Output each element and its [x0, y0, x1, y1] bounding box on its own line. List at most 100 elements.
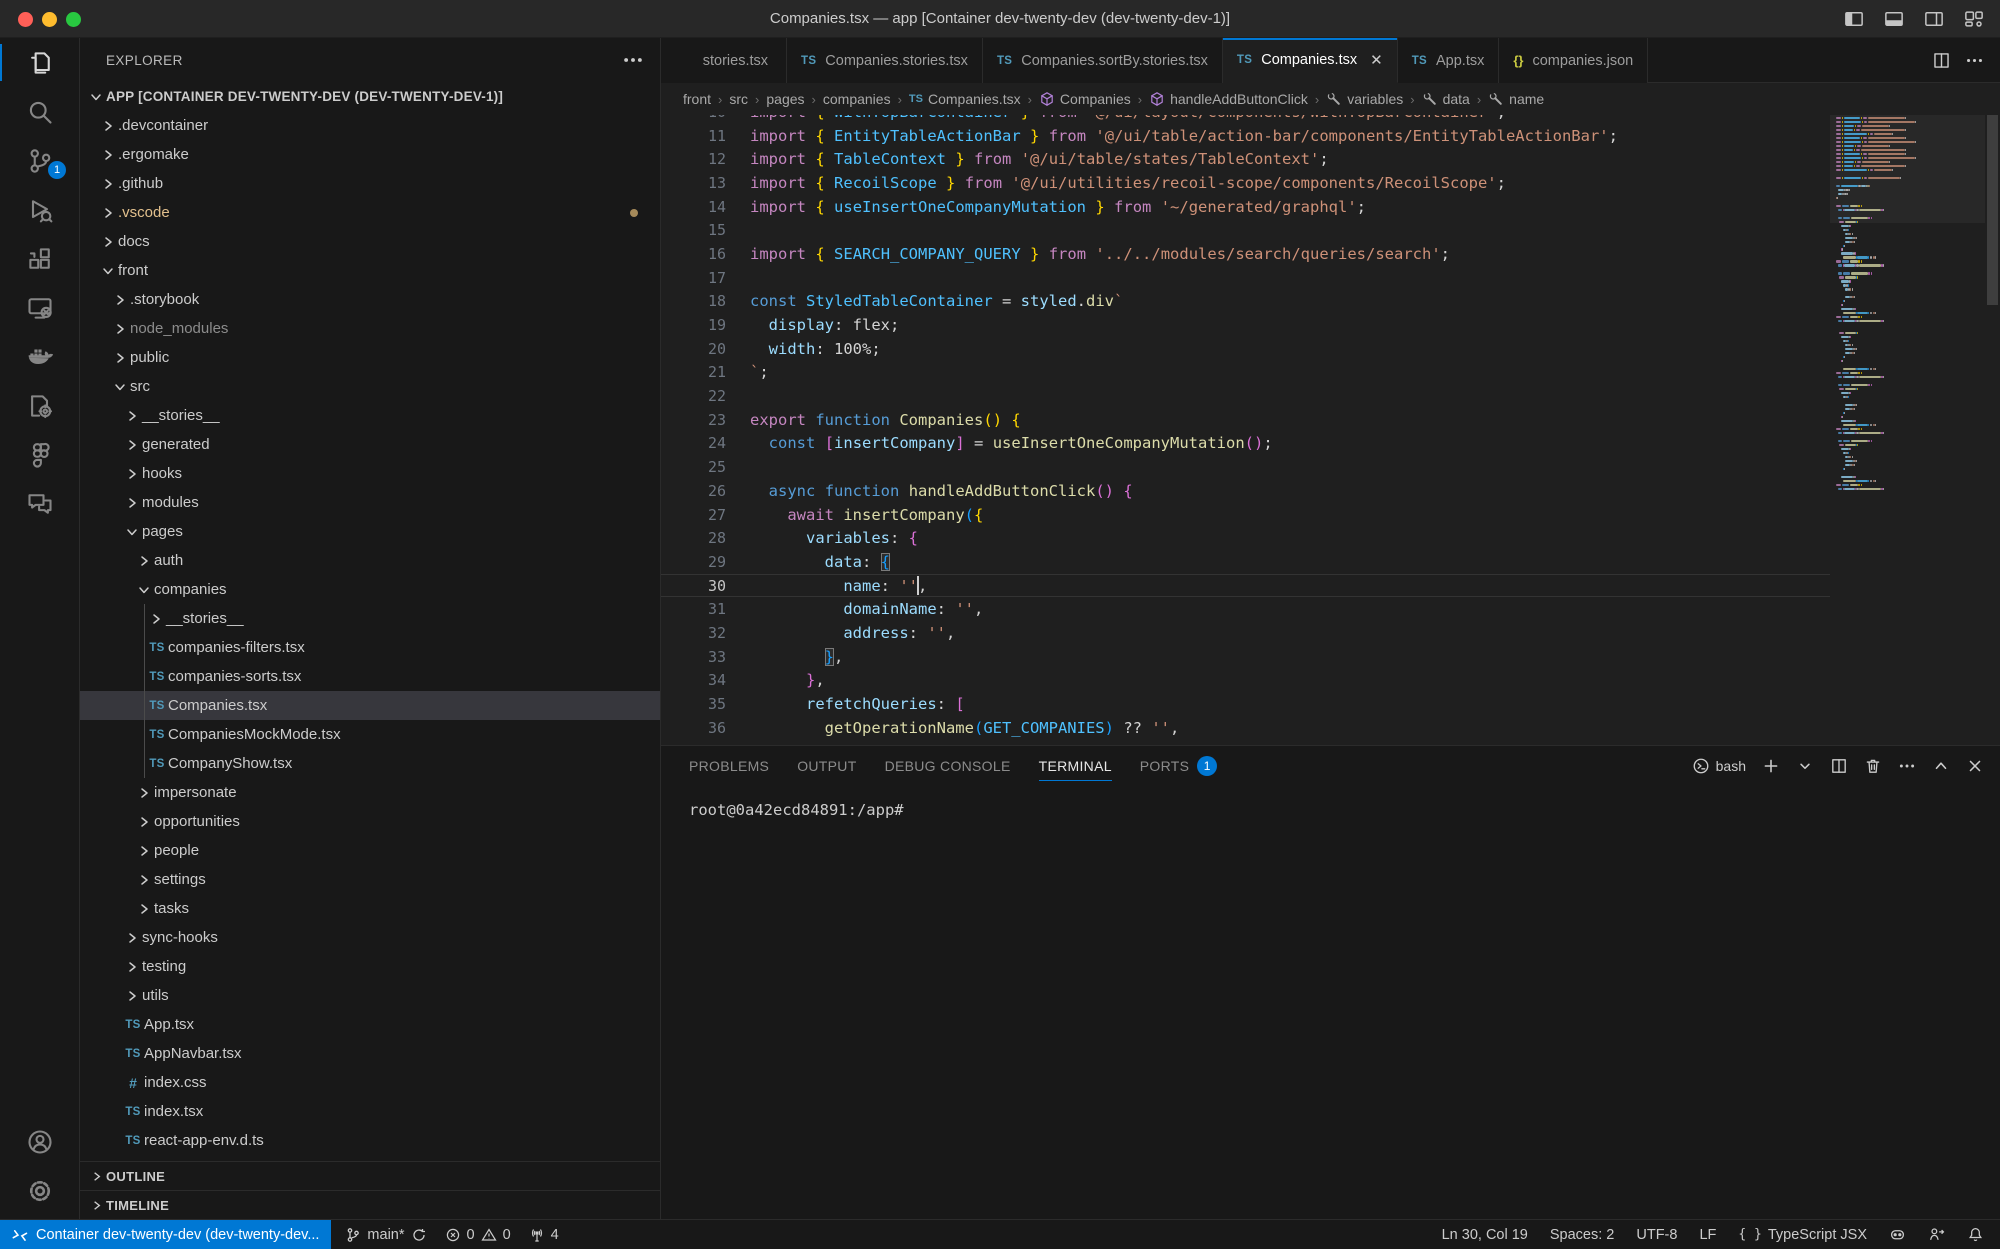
layout-grid-icon[interactable] — [1962, 7, 1986, 31]
code-line-15[interactable]: 15 — [661, 218, 1830, 242]
tree-folder-sync-hooks[interactable]: sync-hooks — [80, 923, 660, 952]
timeline-section[interactable]: TIMELINE — [80, 1190, 660, 1219]
split-terminal-button[interactable] — [1830, 757, 1848, 775]
panel-tab-problems[interactable]: PROBLEMS — [689, 746, 769, 786]
code-line-29[interactable]: 29 data: { — [661, 550, 1830, 574]
explorer-more-actions-icon[interactable] — [622, 49, 644, 71]
tree-folder-modules[interactable]: modules — [80, 488, 660, 517]
tab-App.tsx[interactable]: TSApp.tsx — [1398, 38, 1500, 83]
maximize-panel-icon[interactable] — [1932, 757, 1950, 775]
code-line-22[interactable]: 22 — [661, 384, 1830, 408]
tree-folder-auth[interactable]: auth — [80, 546, 660, 575]
tree-folder-node_modules[interactable]: node_modules — [80, 314, 660, 343]
tree-folder-generated[interactable]: generated — [80, 430, 660, 459]
code-line-30[interactable]: 30 name: '', — [661, 574, 1830, 598]
indentation-setting[interactable]: Spaces: 2 — [1550, 1227, 1615, 1243]
panel-tab-terminal[interactable]: TERMINAL — [1039, 746, 1112, 786]
tab-Companies.sortBy.stories.tsx[interactable]: TSCompanies.sortBy.stories.tsx — [983, 38, 1223, 83]
code-line-23[interactable]: 23export function Companies() { — [661, 408, 1830, 432]
tree-file-CompaniesMockMode.tsx[interactable]: TSCompaniesMockMode.tsx — [80, 720, 660, 749]
code-line-13[interactable]: 13import { RecoilScope } from '@/ui/util… — [661, 171, 1830, 195]
panel-tab-output[interactable]: OUTPUT — [797, 746, 856, 786]
outline-section[interactable]: OUTLINE — [80, 1161, 660, 1190]
git-branch-status[interactable]: main* — [345, 1227, 426, 1243]
editor-scrollbar[interactable] — [1985, 115, 2000, 745]
breadcrumb-Companies[interactable]: Companies — [1039, 91, 1131, 107]
tab-companies.json[interactable]: {}companies.json — [1499, 38, 1648, 83]
code-line-34[interactable]: 34 }, — [661, 669, 1830, 693]
code-line-26[interactable]: 26 async function handleAddButtonClick()… — [661, 479, 1830, 503]
new-terminal-button[interactable] — [1762, 757, 1780, 775]
activity-dev-container[interactable] — [0, 381, 80, 430]
tree-folder-__stories__[interactable]: __stories__ — [80, 401, 660, 430]
tree-file-index.tsx[interactable]: TSindex.tsx — [80, 1097, 660, 1126]
tab-stories.tsx[interactable]: stories.tsx — [661, 38, 787, 83]
code-line-36[interactable]: 36 getOperationName(GET_COMPANIES) ?? ''… — [661, 716, 1830, 740]
activity-account[interactable] — [0, 1117, 80, 1166]
activity-run-debug[interactable] — [0, 185, 80, 234]
ellipsis-icon[interactable] — [1965, 51, 1984, 70]
breadcrumb-companies[interactable]: companies — [823, 91, 891, 107]
code-line-32[interactable]: 32 address: '', — [661, 621, 1830, 645]
tree-file-index.css[interactable]: #index.css — [80, 1068, 660, 1097]
layout-sidebar-right-icon[interactable] — [1922, 7, 1946, 31]
tab-Companies.stories.tsx[interactable]: TSCompanies.stories.tsx — [787, 38, 983, 83]
tree-folder-public[interactable]: public — [80, 343, 660, 372]
code-line-28[interactable]: 28 variables: { — [661, 526, 1830, 550]
activity-figma[interactable] — [0, 430, 80, 479]
code-line-17[interactable]: 17 — [661, 266, 1830, 290]
notifications-bell-icon[interactable] — [1967, 1226, 1984, 1243]
tree-folder-pages[interactable]: pages — [80, 517, 660, 546]
tree-folder-docs[interactable]: docs — [80, 227, 660, 256]
terminal-dropdown-icon[interactable] — [1796, 757, 1814, 775]
tree-file-CompanyShow.tsx[interactable]: TSCompanyShow.tsx — [80, 749, 660, 778]
activity-search[interactable] — [0, 87, 80, 136]
tree-folder-__stories__[interactable]: __stories__ — [80, 604, 660, 633]
activity-source-control[interactable]: 1 — [0, 136, 80, 185]
language-mode[interactable]: { } TypeScript JSX — [1738, 1227, 1867, 1243]
terminal-prompt[interactable]: root@0a42ecd84891:/app# — [689, 801, 904, 819]
tree-folder-.github[interactable]: .github — [80, 169, 660, 198]
tree-folder-.ergomake[interactable]: .ergomake — [80, 140, 660, 169]
tree-folder-hooks[interactable]: hooks — [80, 459, 660, 488]
close-panel-icon[interactable] — [1966, 757, 1984, 775]
panel-more-actions-icon[interactable] — [1898, 757, 1916, 775]
activity-remote-explorer[interactable] — [0, 283, 80, 332]
tree-file-Companies.tsx[interactable]: TSCompanies.tsx — [80, 691, 660, 720]
tree-folder-src[interactable]: src — [80, 372, 660, 401]
breadcrumb-name[interactable]: name — [1488, 91, 1544, 107]
activity-comments[interactable] — [0, 479, 80, 528]
panel-tab-debug-console[interactable]: DEBUG CONSOLE — [885, 746, 1011, 786]
minimap[interactable] — [1830, 115, 1985, 745]
terminal-shell-selector[interactable]: bash — [1692, 757, 1746, 775]
tree-file-companies-sorts.tsx[interactable]: TScompanies-sorts.tsx — [80, 662, 660, 691]
tab-Companies.tsx[interactable]: TSCompanies.tsx✕ — [1223, 38, 1398, 83]
activity-docker[interactable] — [0, 332, 80, 381]
tree-folder-APP [CONTAINER DEV-TWENTY-DEV (DEV-TWENTY-DEV-1)][interactable]: APP [CONTAINER DEV-TWENTY-DEV (DEV-TWENT… — [80, 82, 660, 111]
tree-file-AppNavbar.tsx[interactable]: TSAppNavbar.tsx — [80, 1039, 660, 1068]
ports-status[interactable]: 4 — [529, 1227, 559, 1243]
code-line-19[interactable]: 19 display: flex; — [661, 313, 1830, 337]
tree-folder-impersonate[interactable]: impersonate — [80, 778, 660, 807]
code-line-21[interactable]: 21`; — [661, 361, 1830, 385]
breadcrumb-front[interactable]: front — [683, 91, 711, 107]
encoding-setting[interactable]: UTF-8 — [1636, 1227, 1677, 1243]
tree-file-App.tsx[interactable]: TSApp.tsx — [80, 1010, 660, 1039]
tree-folder-utils[interactable]: utils — [80, 981, 660, 1010]
code-line-24[interactable]: 24 const [insertCompany] = useInsertOneC… — [661, 432, 1830, 456]
tree-folder-people[interactable]: people — [80, 836, 660, 865]
tree-folder-testing[interactable]: testing — [80, 952, 660, 981]
close-tab-icon[interactable]: ✕ — [1370, 51, 1383, 69]
breadcrumb-pages[interactable]: pages — [766, 91, 804, 107]
problems-status[interactable]: 0 0 — [445, 1227, 511, 1243]
code-line-11[interactable]: 11import { EntityTableActionBar } from '… — [661, 124, 1830, 148]
code-line-12[interactable]: 12import { TableContext } from '@/ui/tab… — [661, 147, 1830, 171]
breadcrumb-data[interactable]: data — [1422, 91, 1470, 107]
code-line-10[interactable]: 10import { WithTopBarContainer } from '@… — [661, 115, 1830, 124]
layout-panel-icon[interactable] — [1882, 7, 1906, 31]
tree-folder-.devcontainer[interactable]: .devcontainer — [80, 111, 660, 140]
activity-explorer[interactable] — [0, 38, 80, 87]
code-editor[interactable]: 10import { WithTopBarContainer } from '@… — [661, 115, 2000, 745]
cursor-position[interactable]: Ln 30, Col 19 — [1442, 1227, 1528, 1243]
copilot-icon[interactable] — [1889, 1226, 1906, 1243]
